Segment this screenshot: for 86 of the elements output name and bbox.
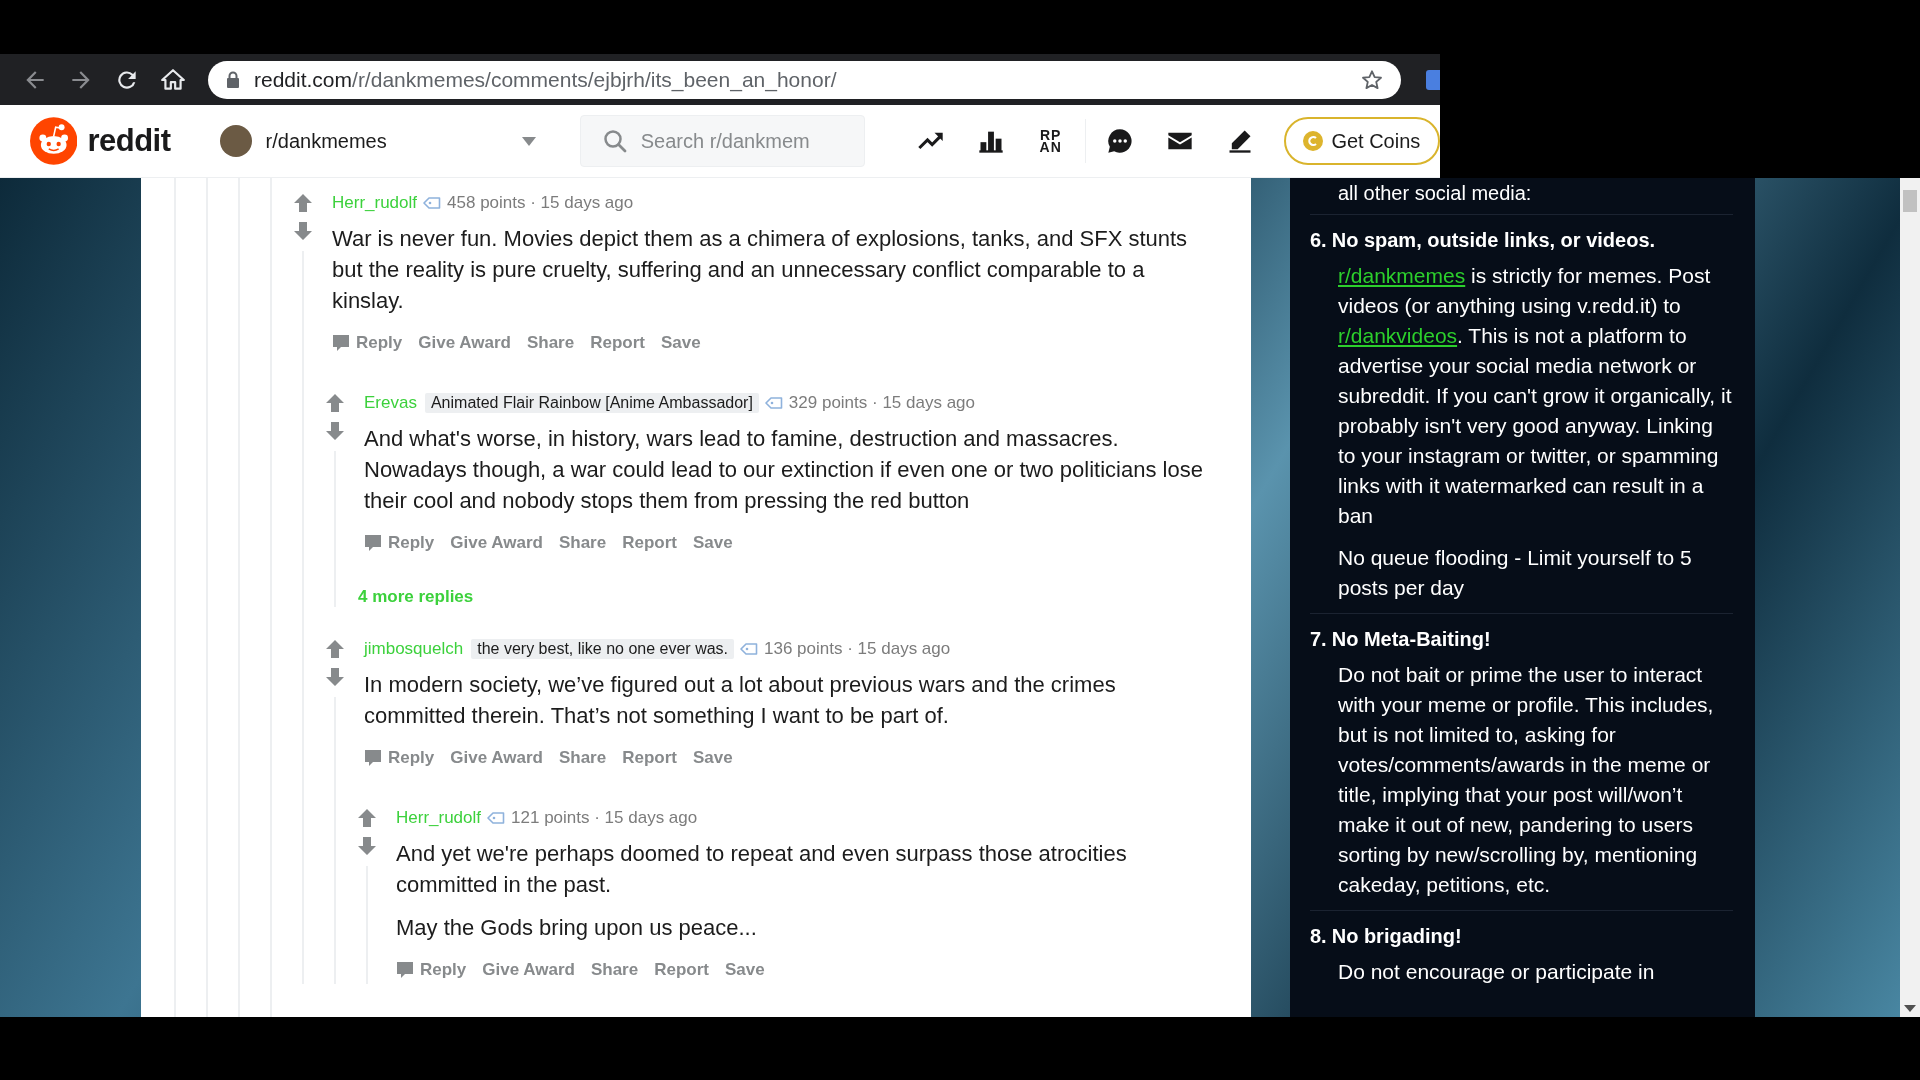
downvote-icon[interactable] <box>357 836 377 856</box>
tag-icon <box>764 397 783 409</box>
speech-bubble-icon <box>364 534 382 552</box>
comment-action-button[interactable]: Give Award <box>476 956 581 984</box>
rule-text: Do not bait or prime the user to interact with your meme or profile. This includes, but is not limited to, asking for votes/comments/awards in the meme or title, implying that your post will/won’t make it out of new, pandering to users sorting by new/scrolling by, mentioning cakeday, petitions, etc. <box>1338 662 1715 898</box>
user-flair: the very best, like no one ever was. <box>471 639 735 659</box>
comment-action-button[interactable]: Give Award <box>444 744 549 772</box>
comment-action-button[interactable]: Give Award <box>412 329 517 357</box>
comment-action-button[interactable]: Report <box>616 744 683 772</box>
comment-action-button[interactable]: Share <box>584 956 645 984</box>
search-icon <box>602 129 627 153</box>
avatar-placeholder <box>219 125 252 157</box>
rule-number: 8. <box>1310 924 1327 949</box>
address-bar[interactable]: reddit.com/r/dankmemes/comments/ejbjrh/its_been_an_honor/ <box>208 60 1401 99</box>
comment-action-button[interactable]: Reply <box>358 744 441 772</box>
comment-text: War is never fun. Movies depict them as a chimera of explosions, tanks, and SFX stunts but the reality is pure cruelty, suffering and an unnecessary conflict comparable to a kinslay. <box>332 225 1189 315</box>
upvote-icon[interactable] <box>325 393 345 413</box>
comment-action-button[interactable]: Report <box>616 529 683 557</box>
comment-meta: 329 points · 15 days ago <box>788 393 976 413</box>
comment-action-button[interactable]: Share <box>552 744 613 772</box>
comment-action-button[interactable]: Share <box>520 329 581 357</box>
user-flair: Animated Flair Rainbow [Anime Ambassador] <box>424 393 759 413</box>
comment-action-button[interactable]: Reply <box>358 529 441 557</box>
username-link[interactable]: Herr_rudolf <box>332 193 418 213</box>
tag-icon <box>740 643 759 655</box>
comment-action-button[interactable]: Reply <box>390 956 473 984</box>
rule-text: Do not encourage or participate in <box>1338 959 1656 985</box>
comment-action-button[interactable]: Report <box>584 329 651 357</box>
url-text: reddit.com/r/dankmemes/comments/ejbjrh/its_been_an_honor/ <box>254 67 838 92</box>
search-input[interactable]: Search r/dankmem <box>640 129 850 153</box>
comment-text: And yet we're perhaps doomed to repeat and even surpass those atrocities committed in the past. <box>396 840 1128 899</box>
scrollbar-thumb[interactable] <box>1903 190 1917 212</box>
rule-title[interactable]: No spam, outside links, or videos. <box>1331 225 1656 255</box>
reddit-logo-icon[interactable] <box>30 117 78 165</box>
comment-action-button[interactable]: Save <box>718 956 771 984</box>
username-link[interactable]: jimbosquelch <box>364 639 464 659</box>
caret-icon <box>521 136 536 146</box>
username-link[interactable]: Erevas <box>364 393 417 413</box>
speech-bubble-icon <box>396 961 414 979</box>
subreddit-link[interactable]: r/dankmemes <box>1338 264 1466 287</box>
rule-number: 7. <box>1310 627 1327 652</box>
comment-text: May the Gods bring upon us peace... <box>396 914 758 942</box>
comment-meta: 136 points · 15 days ago <box>764 639 951 659</box>
rpan-button[interactable]: RP AN <box>1020 119 1081 163</box>
scroll-down-arrow-icon[interactable] <box>1904 1005 1916 1013</box>
home-icon[interactable] <box>160 66 186 93</box>
tag-icon <box>423 197 442 209</box>
comment-action-button[interactable]: Save <box>654 329 707 357</box>
upvote-icon[interactable] <box>325 639 345 659</box>
username-link[interactable]: Herr_rudolf <box>396 808 482 828</box>
upvote-icon[interactable] <box>357 808 377 828</box>
comment-meta: 458 points · 15 days ago <box>447 193 634 213</box>
rule-text: all other social media: <box>1337 181 1533 206</box>
downvote-icon[interactable] <box>293 221 313 241</box>
more-replies-link[interactable]: 4 more replies <box>358 587 474 607</box>
comment-action-button[interactable]: Save <box>686 744 739 772</box>
downvote-icon[interactable] <box>325 421 345 441</box>
lock-icon <box>226 70 240 89</box>
community-dropdown[interactable]: r/dankmemes <box>215 119 540 163</box>
subreddit-link[interactable]: r/dankvideos <box>1338 324 1458 347</box>
comment-action-button[interactable]: Give Award <box>444 529 549 557</box>
comment-action-button[interactable]: Report <box>648 956 715 984</box>
extension-icon[interactable] <box>1426 69 1440 90</box>
upvote-icon[interactable] <box>293 193 313 213</box>
comment-action-button[interactable]: Reply <box>326 329 409 357</box>
coin-icon <box>1303 131 1324 151</box>
comment-text: And what's worse, in history, wars lead to famine, destruction and massacres. Nowadays though, a war could lead to our extinction if even one or two politicians lose their cool and nobody stops them from pressing the red button <box>364 425 1204 515</box>
comment-action-button[interactable]: Save <box>686 529 739 557</box>
comment-action-button[interactable]: Share <box>552 529 613 557</box>
get-coins-button[interactable]: Get Coins <box>1283 117 1440 165</box>
tag-icon <box>487 812 506 824</box>
rule-text: No queue flooding - Limit yourself to 5 posts per day <box>1338 545 1693 601</box>
speech-bubble-icon <box>332 334 350 352</box>
comment-meta: 121 points · 15 days ago <box>511 808 698 828</box>
rule-text: r/dankmemes is strictly for memes. Post videos (or anything using v.redd.it) to r/dankvideos. This is not a platform to advertise your social media network or subreddit. If you can't grow it organically, it probably isn't very good anyway. Linking to your instagram or twitter, or spamming links with it watermarked can result in a ban <box>1338 263 1733 529</box>
comment-text: In modern society, we’ve figured out a lot about previous wars and the crimes committed therein. That’s not something I want to be part of. <box>364 671 1117 730</box>
search-field[interactable]: Search r/dankmem <box>579 115 865 167</box>
speech-bubble-icon <box>364 749 382 767</box>
chat-icon <box>1105 127 1134 155</box>
downvote-icon[interactable] <box>325 667 345 687</box>
star-icon[interactable] <box>1361 68 1383 91</box>
rule-title[interactable]: No Meta-Baiting! <box>1331 624 1491 654</box>
reddit-wordmark[interactable]: reddit <box>87 123 171 159</box>
rule-number: 6. <box>1310 228 1327 253</box>
scrollbar[interactable] <box>1900 178 1920 1017</box>
rule-title[interactable]: No brigading! <box>1331 921 1462 951</box>
